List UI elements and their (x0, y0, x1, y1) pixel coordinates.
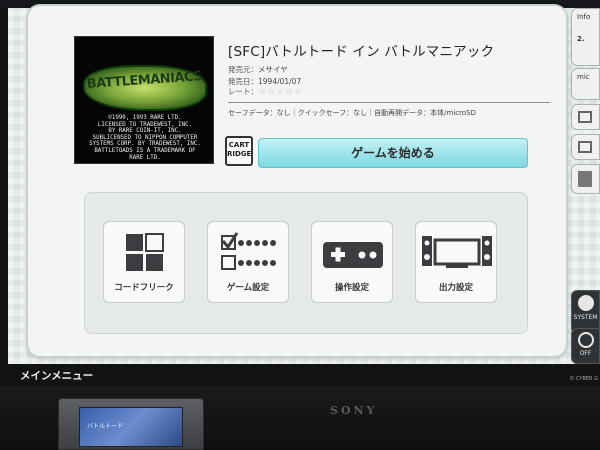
box-art: BATTLEMANIACS ©1990, 1993 RARE LTD. LICE… (74, 36, 214, 164)
checklist-icon (221, 232, 276, 270)
control-settings-label: 操作設定 (334, 283, 369, 293)
power-button[interactable]: OFF (571, 328, 600, 364)
copyright: © CYBER G (569, 376, 598, 382)
system-label: SYSTEM (573, 314, 598, 321)
slot-icon (578, 111, 592, 123)
power-label: OFF (579, 350, 592, 357)
save-info: セーフデータ：なし｜クイックセーフ：なし｜自動再開データ：本体/microSD (228, 109, 476, 117)
cartridge-badge: CART RIDGE (225, 136, 253, 166)
side-list-button[interactable] (571, 164, 600, 194)
side-slot-button[interactable] (571, 104, 600, 130)
rating-stars[interactable]: ☆☆☆☆☆ (258, 87, 303, 97)
game-settings-tile[interactable]: ゲーム設定 (207, 221, 289, 303)
main-menu-title: メインメニュー (20, 370, 94, 382)
cartridge-badge-text: CART RIDGE (227, 141, 252, 158)
publisher-row: 発売元：メサイヤ (228, 64, 288, 75)
game-settings-label: ゲーム設定 (226, 283, 270, 293)
control-settings-tile[interactable]: 操作設定 (311, 221, 393, 303)
publisher-label: 発売元： (228, 65, 258, 74)
publisher-value: メサイヤ (258, 65, 288, 74)
release-date: 1994/01/07 (258, 77, 302, 86)
tv-speakers-icon (422, 236, 492, 268)
rating-label: レート： (228, 87, 258, 96)
slot-icon (578, 141, 592, 153)
power-icon (577, 332, 594, 348)
grid-icon (126, 233, 164, 271)
rating-row[interactable]: レート：☆☆☆☆☆ (228, 86, 303, 97)
info-sub-label: 2. (577, 35, 585, 43)
game-title: [SFC]バトルトード イン バトルマニアック (228, 44, 495, 60)
mic-button[interactable]: mic (571, 68, 600, 100)
code-freak-tile[interactable]: コードフリーク (103, 221, 185, 303)
box-art-credits: ©1990, 1993 RARE LTD. LICENSED TO TRADEW… (89, 115, 201, 161)
divider (228, 102, 550, 103)
list-icon (578, 171, 592, 187)
side-slot-button-2[interactable] (571, 134, 600, 160)
output-settings-tile[interactable]: 出力設定 (415, 221, 497, 303)
gear-icon (577, 295, 594, 311)
physical-cartridge: バトルトード (58, 398, 204, 450)
footer-bar: メインメニュー © CYBER G (8, 364, 600, 386)
mic-label: mic (577, 73, 590, 81)
code-freak-label: コードフリーク (114, 283, 174, 293)
cartridge-label-text: バトルトード (87, 423, 124, 430)
game-detail-panel: BATTLEMANIACS ©1990, 1993 RARE LTD. LICE… (28, 6, 566, 356)
release-label: 発売日： (228, 77, 258, 86)
output-settings-label: 出力設定 (438, 283, 473, 293)
options-tray: コードフリーク ゲーム設定 操作設定 出力設定 (84, 192, 528, 334)
info-label: Info (577, 13, 591, 21)
start-game-button[interactable]: ゲームを始める (258, 138, 528, 168)
tv-bezel-left (0, 0, 8, 450)
info-button[interactable]: Info 2. (571, 8, 600, 66)
controller-icon (323, 242, 383, 268)
tv-brand-logo: SONY (330, 404, 378, 417)
